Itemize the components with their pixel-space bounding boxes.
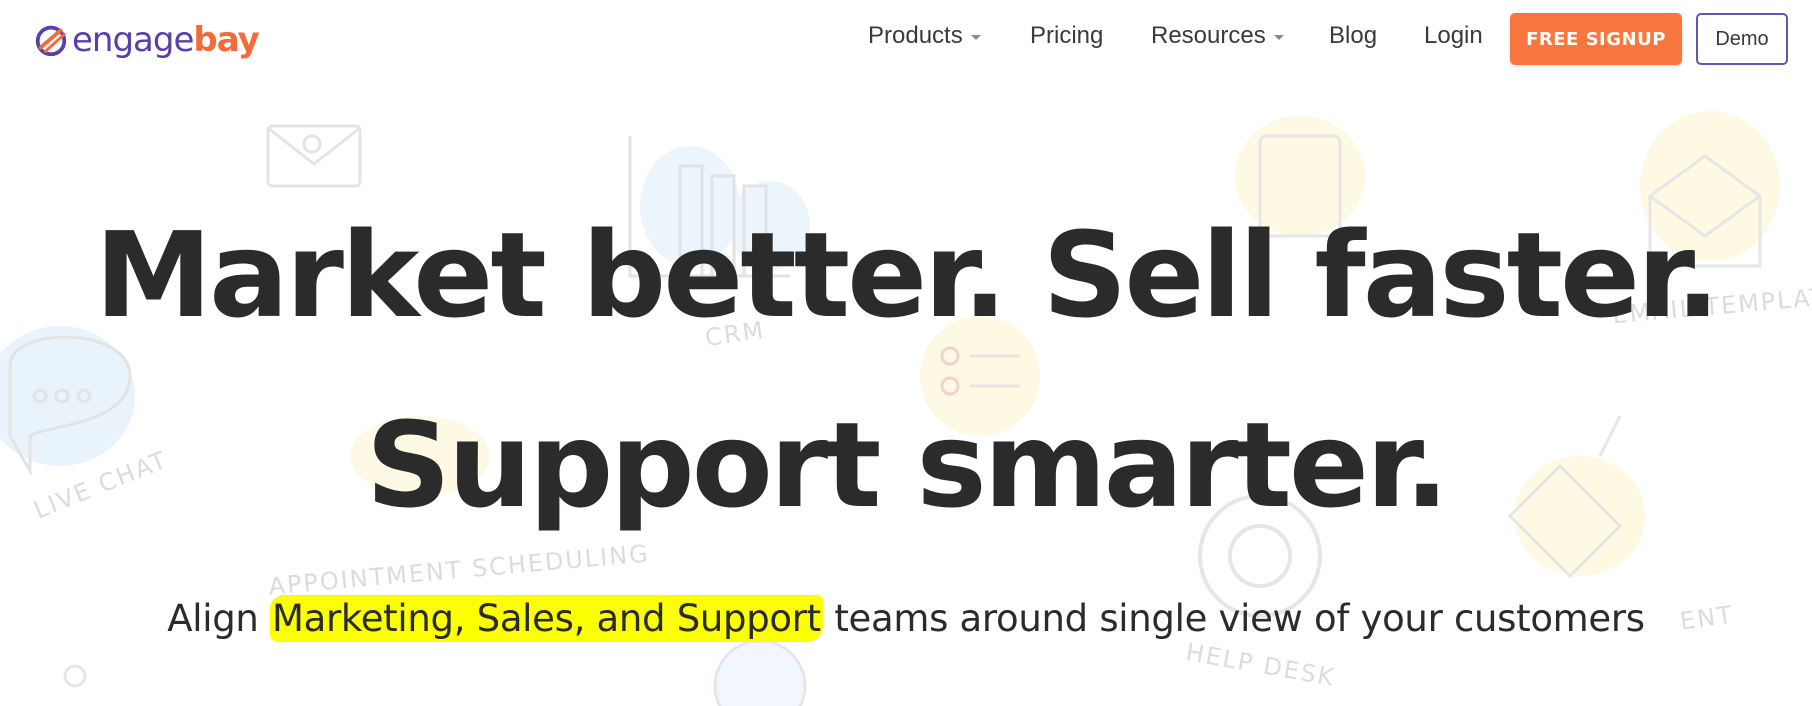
chevron-down-icon (1273, 35, 1284, 40)
hero-headline-line-1: Market better. Sell faster. (94, 206, 1721, 344)
nav-item-blog[interactable]: Blog (1329, 22, 1377, 50)
chevron-down-icon (970, 35, 981, 40)
subheadline-highlight: Marketing, Sales, and Support (270, 595, 823, 642)
nav-item-label: Login (1424, 22, 1483, 49)
envelope-doodle-icon (266, 124, 362, 188)
logo-text-engage: engage (72, 20, 194, 60)
nav-item-resources[interactable]: Resources (1151, 22, 1284, 50)
subheadline-prefix: Align (167, 597, 270, 640)
nav-item-label: Blog (1329, 22, 1378, 49)
hero-headline-line-2: Support smarter. (365, 396, 1449, 534)
demo-button[interactable]: Demo (1696, 13, 1788, 65)
nav-item-label: Resources (1151, 22, 1266, 49)
free-signup-button[interactable]: FREE SIGNUP (1510, 13, 1682, 65)
logo-text-bay: bay (193, 20, 259, 60)
engagebay-logo-icon (35, 25, 67, 57)
subheadline-suffix: teams around single view of your custome… (822, 597, 1645, 640)
logo-wordmark: engagebay (72, 20, 260, 60)
bottom-gear-doodle-icon (63, 639, 807, 706)
nav-item-label: Products (868, 22, 963, 49)
nav-item-label: Pricing (1030, 22, 1104, 49)
engagebay-logo[interactable]: engagebay (32, 20, 260, 60)
site-header: engagebay Products Pricing Resources Blo… (0, 0, 1812, 76)
hero-subheadline: Align Marketing, Sales, and Support team… (0, 595, 1812, 642)
nav-item-login[interactable]: Login (1424, 22, 1483, 50)
nav-item-products[interactable]: Products (868, 22, 981, 50)
nav-item-pricing[interactable]: Pricing (1030, 22, 1103, 50)
